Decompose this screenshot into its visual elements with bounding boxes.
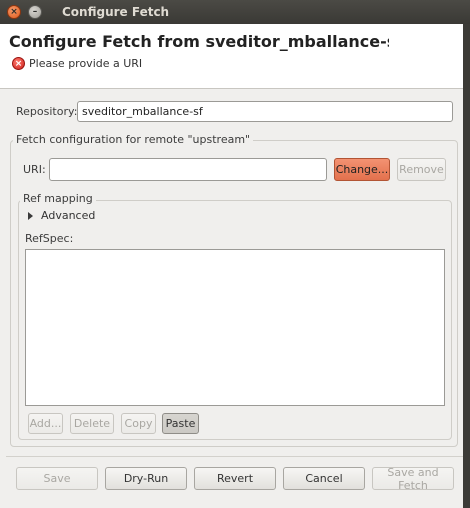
repository-field[interactable] bbox=[77, 101, 453, 122]
paste-button[interactable]: Paste bbox=[162, 413, 199, 434]
refspec-list[interactable] bbox=[25, 249, 445, 406]
ref-mapping-title: Ref mapping bbox=[20, 192, 96, 205]
save-and-fetch-button[interactable]: Save and Fetch bbox=[372, 466, 454, 492]
cancel-button[interactable]: Cancel bbox=[283, 467, 365, 490]
window-edge bbox=[463, 24, 470, 508]
remove-button[interactable]: Remove bbox=[397, 158, 446, 181]
title-bar[interactable]: × – Configure Fetch bbox=[0, 0, 470, 25]
error-icon: × bbox=[12, 57, 25, 70]
save-button[interactable]: Save bbox=[16, 467, 98, 490]
minimize-icon[interactable]: – bbox=[28, 5, 42, 19]
advanced-expander[interactable]: Advanced bbox=[28, 209, 95, 222]
uri-label: URI: bbox=[23, 163, 46, 176]
expander-arrow-icon bbox=[28, 211, 33, 220]
fetch-config-title: Fetch configuration for remote "upstream… bbox=[13, 133, 254, 146]
close-icon[interactable]: × bbox=[7, 5, 21, 19]
change-button[interactable]: Change... bbox=[334, 158, 390, 181]
add-button[interactable]: Add... bbox=[28, 413, 63, 434]
error-message: × Please provide a URI bbox=[12, 57, 142, 70]
configure-fetch-dialog: × – Configure Fetch Configure Fetch from… bbox=[0, 0, 470, 508]
copy-button[interactable]: Copy bbox=[121, 413, 156, 434]
advanced-label: Advanced bbox=[41, 209, 96, 222]
revert-button[interactable]: Revert bbox=[194, 467, 276, 490]
dialog-header: Configure Fetch from sveditor_mballance-… bbox=[0, 24, 470, 89]
footer-separator bbox=[6, 456, 464, 457]
dry-run-button[interactable]: Dry-Run bbox=[105, 467, 187, 490]
delete-button[interactable]: Delete bbox=[70, 413, 114, 434]
uri-input[interactable] bbox=[49, 158, 327, 181]
error-text: Please provide a URI bbox=[29, 57, 143, 70]
window-title: Configure Fetch bbox=[62, 5, 170, 19]
repository-label: Repository: bbox=[16, 105, 78, 118]
refspec-label: RefSpec: bbox=[25, 232, 74, 245]
page-title: Configure Fetch from sveditor_mballance-… bbox=[9, 32, 389, 51]
